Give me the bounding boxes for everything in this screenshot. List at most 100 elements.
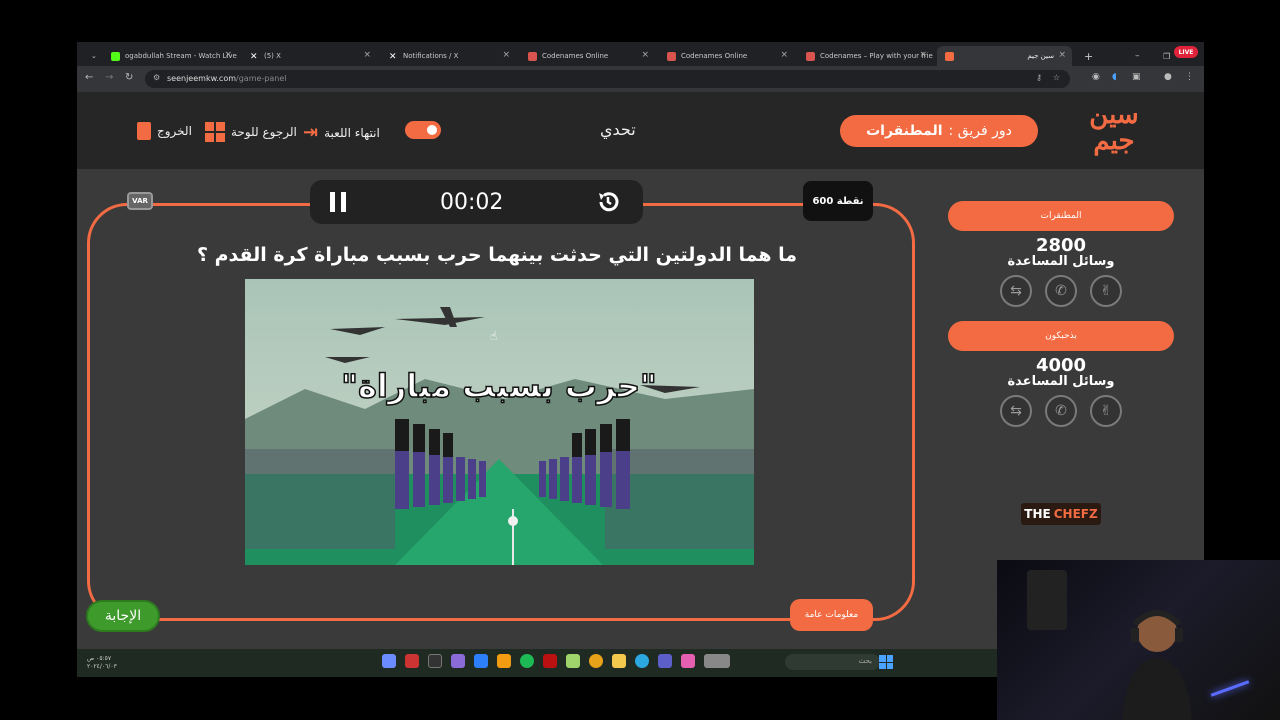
tab-1[interactable]: ✕ (5) X × [242, 46, 377, 66]
team-name: المطنقرات [948, 201, 1174, 231]
spotify-icon[interactable] [520, 654, 534, 668]
x-logo-icon: ✕ [250, 51, 258, 62]
chrome-icon[interactable] [589, 654, 603, 668]
restore-button[interactable]: ❐ [1155, 46, 1175, 66]
taskbar-apps [382, 654, 730, 668]
teams-icon[interactable] [658, 654, 672, 668]
app-icon[interactable] [474, 654, 488, 668]
team-turn-indicator: دور فريق : المطنقرات [840, 115, 1038, 147]
swap-icon[interactable]: ⇆ [1000, 275, 1032, 307]
close-icon[interactable]: × [919, 50, 927, 60]
microphone-icon [1027, 570, 1067, 630]
grid-board-icon [205, 122, 225, 142]
tab-0[interactable]: ogabdullah Stream - Watch Live × [103, 46, 238, 66]
back-arrow-icon[interactable]: ← [85, 72, 93, 83]
kick-icon [111, 51, 120, 61]
app-icon[interactable] [566, 654, 580, 668]
tab-6-active[interactable]: سين جيم × [937, 46, 1072, 66]
folder-icon[interactable] [612, 654, 626, 668]
bookmark-star-icon[interactable]: ☆ [1053, 73, 1060, 82]
end-game-button[interactable]: ⇥ انتهاء اللعبة [303, 122, 380, 143]
live-badge: LIVE [1174, 46, 1198, 58]
seenjeem-icon [945, 51, 954, 61]
forward-arrow-icon[interactable]: → [105, 72, 113, 83]
question-image: "حرب بسبب مباراة" [245, 279, 754, 565]
extensions-puzzle-icon[interactable]: ▣ [1132, 72, 1141, 82]
plus-icon: + [1084, 49, 1094, 63]
pause-icon[interactable] [330, 192, 346, 212]
phone-icon[interactable]: ✆ [1045, 275, 1077, 307]
site-info-icon[interactable]: ⚙ [153, 73, 160, 82]
two-answers-icon[interactable]: ✌ [1090, 395, 1122, 427]
audio-icon[interactable]: ◖ [1112, 72, 1117, 82]
url-path: /game-panel [236, 74, 287, 83]
tab-bar: ⌄ ogabdullah Stream - Watch Live × ✕ (5) X… [77, 42, 1204, 66]
streamer-silhouette [1122, 610, 1192, 720]
rgb-light [1210, 680, 1250, 697]
two-answers-icon[interactable]: ✌ [1090, 275, 1122, 307]
game-mode-title: تحدي [600, 120, 636, 139]
mouse-cursor-icon: ☝ [490, 329, 498, 343]
close-icon[interactable]: × [1058, 50, 1066, 60]
profile-icon[interactable]: ● [1164, 72, 1172, 82]
image-caption: "حرب بسبب مباراة" [341, 367, 656, 405]
tab-3[interactable]: Codenames Online × [520, 46, 655, 66]
arrow-end-icon: ⇥ [303, 122, 319, 143]
close-icon[interactable]: × [641, 50, 649, 60]
app-icon[interactable] [451, 654, 465, 668]
app-icon[interactable] [382, 654, 396, 668]
exit-button[interactable]: الخروج [137, 122, 192, 140]
url-field[interactable]: ⚙ seenjeemkw.com/game-panel ⚷ ☆ [145, 70, 1070, 88]
aids-label: وسائل المساعدة [1007, 254, 1115, 269]
chevron-down-icon: ⌄ [91, 52, 97, 60]
widget-icon[interactable] [704, 654, 730, 668]
back-to-board-button[interactable]: الرجوع للوحة [205, 122, 297, 142]
clock: ٠٥:٥٧ ص ٢٠٢٤/٠٦/٠٣ [87, 655, 117, 670]
phone-icon[interactable]: ✆ [1045, 395, 1077, 427]
team-card-1: المطنقرات 2800 وسائل المساعدة ⇆ ✆ ✌ [948, 201, 1174, 307]
close-icon[interactable]: × [224, 50, 232, 60]
tab-2[interactable]: ✕ Notifications / X × [381, 46, 516, 66]
team-name: بذحبكون [948, 321, 1174, 351]
team-score: 4000 [1035, 355, 1087, 376]
category-badge: معلومات عامة [790, 599, 873, 631]
sponsor-logo: THE CHEFZ [1021, 503, 1101, 525]
codenames-icon [806, 51, 815, 61]
windows-start-icon[interactable] [879, 655, 893, 669]
address-bar: ← → ↻ ⚙ seenjeemkw.com/game-panel ⚷ ☆ ◉ … [77, 66, 1204, 92]
game-header: الخروج الرجوع للوحة ⇥ انتهاء اللعبة تحدي… [77, 92, 1204, 169]
close-icon[interactable]: × [502, 50, 510, 60]
url-host: seenjeemkw.com [167, 74, 237, 83]
edge-icon[interactable] [635, 654, 649, 668]
extension-icon[interactable]: ◉ [1092, 72, 1100, 82]
codenames-icon [528, 51, 537, 61]
app-icon[interactable] [405, 654, 419, 668]
exit-door-icon [137, 122, 151, 140]
swap-icon[interactable]: ⇆ [1000, 395, 1032, 427]
webcam-overlay [997, 560, 1280, 720]
timer-panel: 00:02 [310, 180, 643, 224]
app-icon[interactable] [428, 654, 442, 668]
new-tab-button[interactable]: + [1076, 46, 1096, 66]
x-logo-icon: ✕ [389, 51, 397, 62]
tab-5[interactable]: Codenames – Play with your frie × [798, 46, 933, 66]
minimize-button[interactable]: – [1127, 46, 1147, 66]
answer-button[interactable]: الإجابة [86, 600, 160, 632]
close-icon[interactable]: × [363, 50, 371, 60]
sound-toggle[interactable] [405, 121, 441, 139]
app-icon[interactable] [497, 654, 511, 668]
menu-kebab-icon[interactable]: ⋮ [1185, 72, 1194, 82]
app-icon[interactable] [681, 654, 695, 668]
tab-4[interactable]: Codenames Online × [659, 46, 794, 66]
var-button[interactable]: VAR [127, 192, 153, 210]
team-card-2: بذحبكون 4000 وسائل المساعدة ⇆ ✆ ✌ [948, 321, 1174, 427]
password-key-icon[interactable]: ⚷ [1036, 73, 1042, 82]
aids-label: وسائل المساعدة [1007, 374, 1115, 389]
close-icon[interactable]: × [780, 50, 788, 60]
reload-icon[interactable]: ↻ [125, 72, 133, 83]
taskbar-search[interactable]: بحث [785, 654, 880, 670]
reset-timer-icon[interactable] [595, 189, 621, 215]
tab-list-button[interactable]: ⌄ [83, 46, 103, 66]
app-icon[interactable] [543, 654, 557, 668]
codenames-icon [667, 51, 676, 61]
